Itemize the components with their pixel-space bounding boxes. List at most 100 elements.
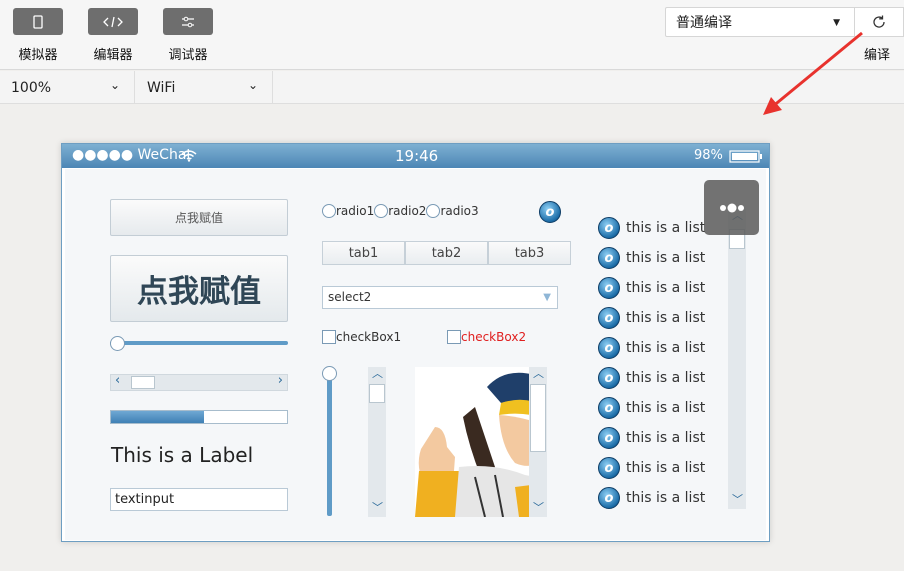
radio-label: radio2: [388, 204, 427, 218]
assign-button-big[interactable]: 点我赋值: [110, 255, 288, 322]
chevron-down-icon: ⌄: [247, 78, 258, 92]
checkbox-box[interactable]: [322, 330, 336, 344]
checkbox-1[interactable]: checkBox1: [322, 330, 401, 344]
checkbox-2[interactable]: checkBox2: [447, 330, 526, 344]
horizontal-scrollbar[interactable]: ‹ ›: [110, 373, 288, 391]
chevron-down-icon[interactable]: ﹀: [732, 491, 743, 507]
list-item-label: this is a list: [626, 490, 706, 506]
slider-thumb[interactable]: [110, 336, 125, 351]
radio-button[interactable]: [322, 204, 336, 218]
compile-mode-value: 普通编译: [676, 15, 732, 31]
chevron-up-icon[interactable]: ︿: [372, 365, 383, 381]
caret-down-icon: ▼: [833, 18, 840, 28]
list-item[interactable]: o this is a list: [598, 363, 728, 393]
radio-button[interactable]: [374, 204, 389, 218]
list-item-icon: o: [598, 487, 620, 509]
list-item-icon: o: [598, 367, 620, 389]
list-item[interactable]: o this is a list: [598, 393, 728, 423]
list-item[interactable]: o this is a list: [598, 333, 728, 363]
assign-button-small[interactable]: 点我赋值: [110, 199, 288, 236]
badge-icon: o: [539, 201, 561, 223]
simulator-tool[interactable]: 模拟器: [13, 8, 63, 63]
checkbox-label: checkBox2: [461, 330, 527, 344]
device-options-bar: 100% ⌄ WiFi ⌄: [0, 71, 904, 104]
editor-label: 编辑器: [93, 48, 133, 63]
list-item-icon: o: [598, 397, 620, 419]
character-image: ︿ ﹀: [415, 367, 547, 517]
vertical-slider-track[interactable]: [327, 372, 332, 516]
text-input[interactable]: textinput: [110, 488, 288, 511]
list-item-icon: o: [598, 427, 620, 449]
simulator-label: 模拟器: [18, 48, 58, 63]
more-dots-icon: [719, 203, 744, 212]
list-item-label: this is a list: [626, 220, 706, 236]
refresh-icon: [873, 15, 885, 28]
image-scrollbar[interactable]: ︿ ﹀: [529, 367, 547, 517]
chevron-down-icon: ⌄: [109, 78, 120, 92]
chevron-down-icon[interactable]: ﹀: [372, 499, 383, 515]
radio-group: radio1 radio2 radio3: [322, 204, 479, 218]
progress-bar: [110, 410, 288, 424]
tab-1[interactable]: tab1: [322, 241, 405, 265]
battery-icon: [729, 150, 762, 163]
list-item-icon: o: [598, 277, 620, 299]
more-button[interactable]: [704, 180, 759, 235]
status-bar: ●●●●● WeChat 19:46 98%: [62, 144, 769, 168]
vertical-scrollbar[interactable]: ︿ ﹀: [368, 367, 386, 517]
radio-label: radio3: [440, 204, 479, 218]
zoom-value: 100%: [11, 79, 52, 96]
select-field[interactable]: select2 ▼: [322, 286, 558, 309]
zoom-select[interactable]: 100% ⌄: [0, 71, 135, 104]
scrollbar-thumb[interactable]: [369, 384, 385, 403]
list-item-label: this is a list: [626, 430, 706, 446]
scrollbar-thumb[interactable]: [530, 384, 546, 452]
list-item-label: this is a list: [626, 340, 706, 356]
vertical-slider-thumb[interactable]: [322, 366, 337, 381]
list-item-label: this is a list: [626, 250, 706, 266]
slider-track[interactable]: [110, 341, 288, 345]
list-item[interactable]: o this is a list: [598, 273, 728, 303]
list-item[interactable]: o this is a list: [598, 303, 728, 333]
compile-button[interactable]: [854, 7, 904, 37]
debugger-tool[interactable]: 调试器: [163, 8, 213, 63]
network-select[interactable]: WiFi ⌄: [135, 71, 273, 104]
list-item[interactable]: o this is a list: [598, 243, 728, 273]
list-item-label: this is a list: [626, 370, 706, 386]
select-value: select2: [328, 290, 372, 304]
list-item[interactable]: o this is a list: [598, 453, 728, 483]
list-view: o this is a list o this is a list o this is a…: [598, 213, 728, 513]
list-item-icon: o: [598, 457, 620, 479]
phone-simulator: ●●●●● WeChat 19:46 98% 点我赋值 点我赋值 ‹ › Thi…: [61, 143, 770, 542]
list-item-icon: o: [598, 217, 620, 239]
scrollbar-thumb[interactable]: [131, 376, 155, 389]
list-item-label: this is a list: [626, 280, 706, 296]
status-time: 19:46: [395, 147, 439, 165]
list-item-label: this is a list: [626, 460, 706, 476]
chevron-up-icon[interactable]: ︿: [533, 367, 544, 381]
list-scrollbar[interactable]: ︿ ﹀: [728, 209, 746, 509]
network-value: WiFi: [147, 79, 176, 96]
chevron-left-icon[interactable]: ‹: [115, 373, 120, 388]
sliders-icon[interactable]: [163, 8, 213, 35]
checkbox-box[interactable]: [447, 330, 461, 344]
code-icon[interactable]: [88, 8, 138, 35]
editor-tool[interactable]: 编辑器: [88, 8, 138, 63]
compile-label: 编译: [864, 48, 891, 63]
list-item-label: this is a list: [626, 400, 706, 416]
chevron-down-icon[interactable]: ﹀: [533, 499, 544, 515]
compile-mode-select[interactable]: 普通编译 ▼: [665, 7, 855, 37]
list-item[interactable]: o this is a list: [598, 423, 728, 453]
label-text: This is a Label: [111, 443, 254, 467]
list-item-icon: o: [598, 337, 620, 359]
chevron-right-icon[interactable]: ›: [278, 373, 283, 388]
wifi-icon: [181, 150, 197, 162]
radio-label: radio1: [336, 204, 375, 218]
phone-icon[interactable]: [13, 8, 63, 35]
list-item-label: this is a list: [626, 310, 706, 326]
list-item[interactable]: o this is a list: [598, 483, 728, 513]
top-toolbar: 模拟器 编辑器 调试器 普通编译 ▼ 编译: [0, 0, 904, 70]
tab-3[interactable]: tab3: [488, 241, 571, 265]
checkbox-label: checkBox1: [336, 330, 402, 344]
radio-button[interactable]: [426, 204, 441, 218]
tab-2[interactable]: tab2: [405, 241, 488, 265]
